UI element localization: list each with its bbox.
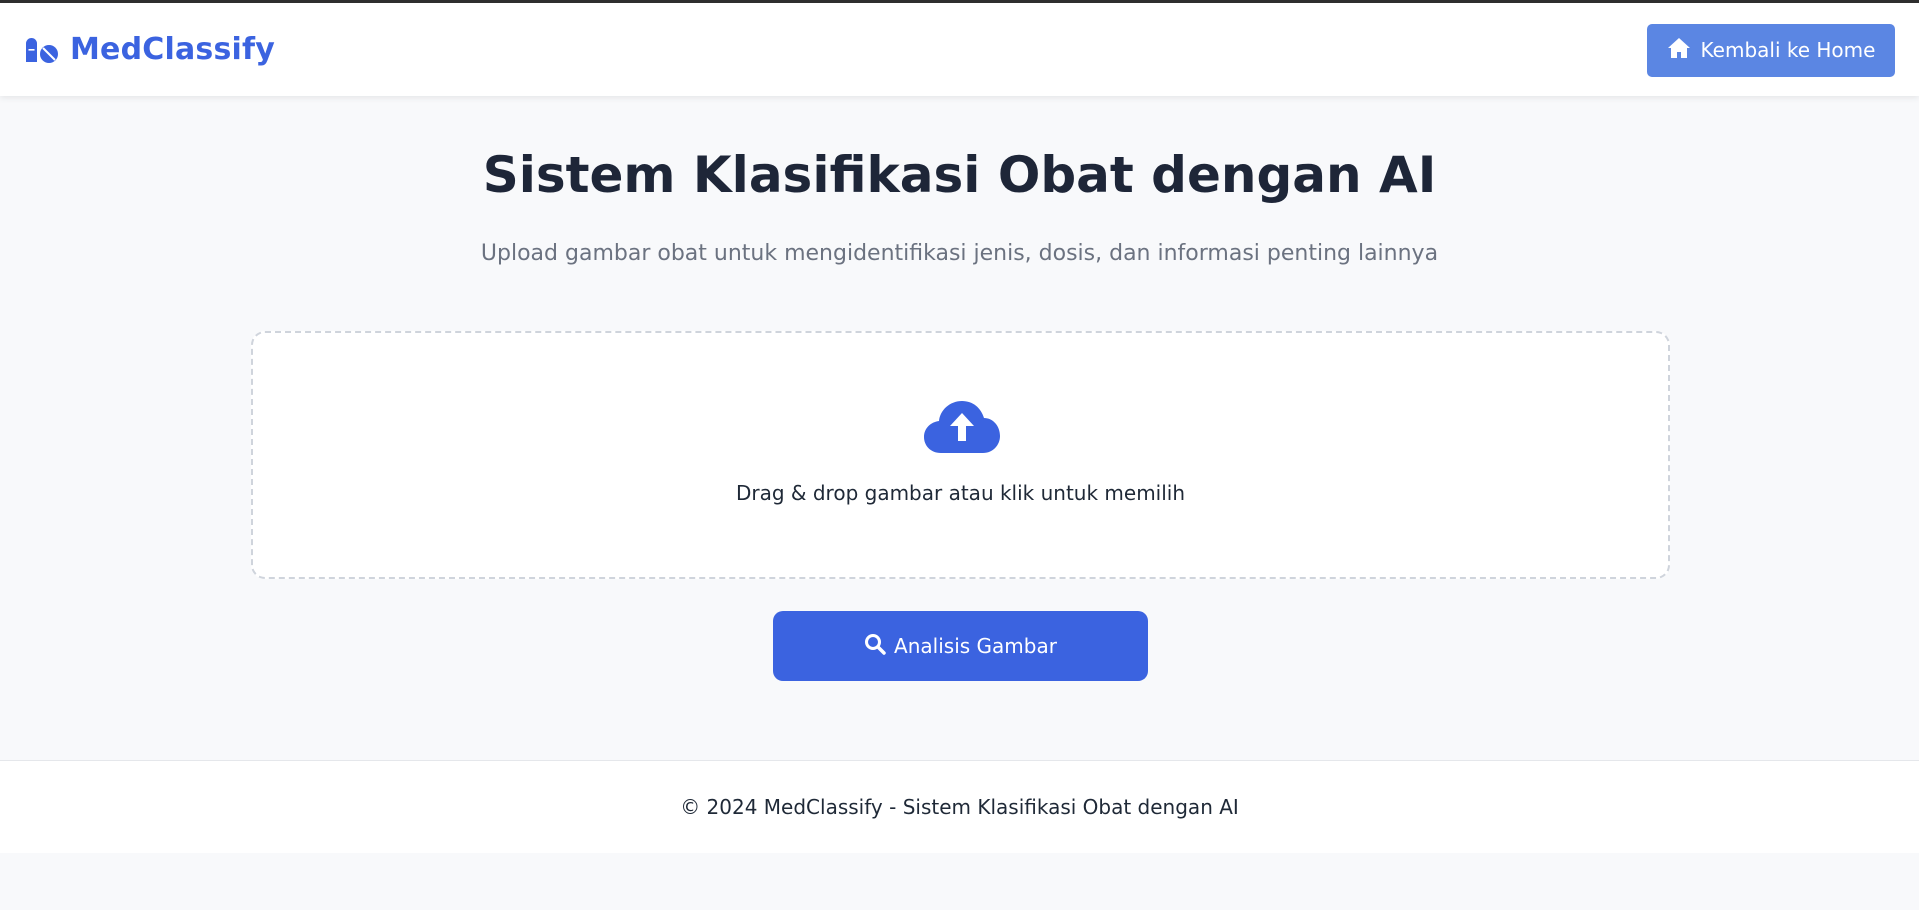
navbar: MedClassify Kembali ke Home [0, 3, 1919, 96]
page-subtitle: Upload gambar obat untuk mengidentifikas… [480, 241, 1439, 266]
search-icon [864, 633, 886, 660]
page-title: Sistem Klasifikasi Obat dengan AI [482, 146, 1437, 204]
footer-copyright: © 2024 MedClassify - Sistem Klasifikasi … [680, 795, 1239, 819]
home-icon [1667, 37, 1691, 64]
analyze-image-button[interactable]: Analisis Gambar [773, 611, 1148, 681]
pills-icon [24, 35, 60, 65]
home-button-label: Kembali ke Home [1700, 38, 1876, 62]
brand-name: MedClassify [70, 32, 276, 67]
analyze-button-label: Analisis Gambar [894, 634, 1057, 658]
cloud-upload-icon [923, 399, 1001, 455]
home-button[interactable]: Kembali ke Home [1647, 23, 1895, 77]
footer: © 2024 MedClassify - Sistem Klasifikasi … [0, 760, 1919, 853]
upload-dropzone[interactable]: Drag & drop gambar atau klik untuk memil… [251, 331, 1670, 579]
brand-logo[interactable]: MedClassify [24, 32, 275, 67]
main-content: Sistem Klasifikasi Obat dengan AI Upload… [0, 96, 1919, 760]
upload-instruction: Drag & drop gambar atau klik untuk memil… [735, 481, 1186, 505]
